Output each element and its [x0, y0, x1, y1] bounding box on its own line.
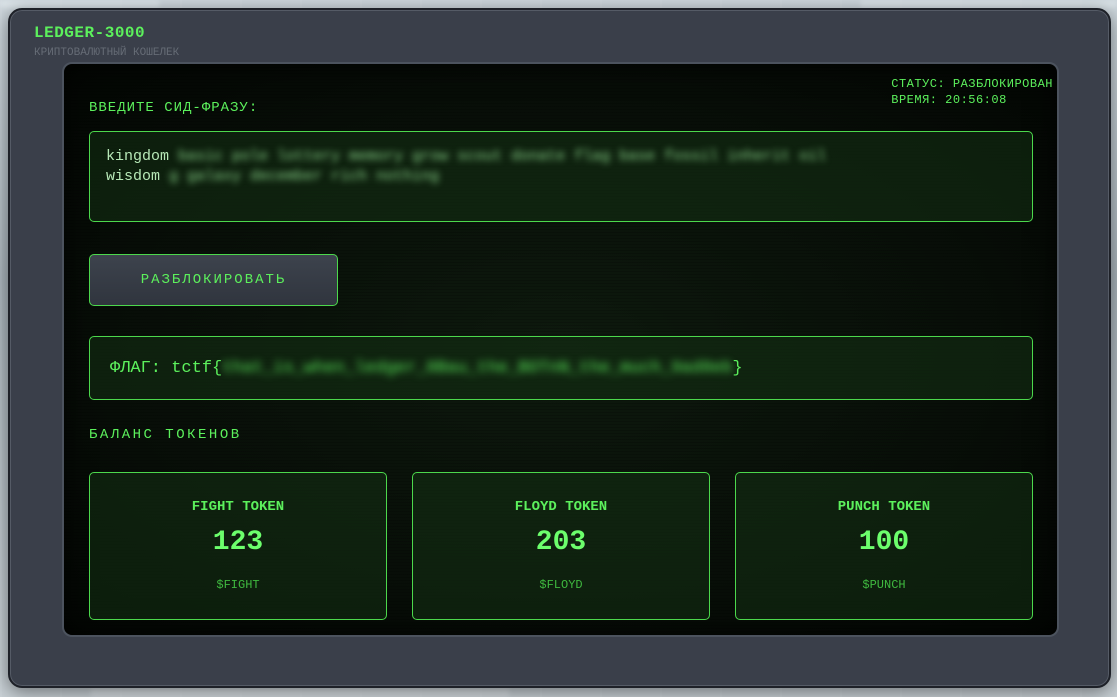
flag-suffix: }: [732, 358, 743, 378]
flag-prefix: ФЛАГ: tctf{: [110, 358, 223, 378]
token-balance-list: FIGHT TOKEN 123 $FIGHT FLOYD TOKEN 203 $…: [89, 472, 1033, 620]
token-name: PUNCH TOKEN: [837, 499, 931, 515]
token-amount: 203: [535, 527, 587, 558]
seed-words-redacted: basic pole lottery memory grow scout don…: [178, 148, 827, 165]
status-panel: СТАТУС: РАЗБЛОКИРОВАН ВРЕМЯ: 20:56:08: [891, 76, 1053, 108]
token-balance-title: БАЛАНС ТОКЕНОВ: [89, 427, 242, 443]
seed-word-visible: wisdom: [106, 168, 161, 185]
token-name: FLOYD TOKEN: [514, 499, 608, 515]
unlock-button[interactable]: РАЗБЛОКИРОВАТЬ: [89, 254, 338, 306]
app-subtitle: КРИПТОВАЛЮТНЫЙ КОШЕЛЕК: [34, 47, 180, 59]
token-name: FIGHT TOKEN: [191, 499, 285, 515]
wallet-device-frame: LEDGER-3000 КРИПТОВАЛЮТНЫЙ КОШЕЛЕК СТАТУ…: [8, 8, 1111, 688]
flag-value-redacted: that_is_when_ledger_8Bau_the_BOTnN_the_m…: [222, 358, 733, 378]
seed-phrase-input[interactable]: kingdom basic pole lottery memory grow s…: [89, 131, 1033, 222]
background-shape: [860, 0, 1117, 8]
background-shape: [0, 0, 160, 8]
token-amount: 100: [858, 527, 910, 558]
seed-word-visible: kingdom: [106, 148, 170, 165]
status-time: ВРЕМЯ: 20:56:08: [891, 93, 1007, 107]
seed-phrase-line-2: wisdom g galaxy december rich nothing: [106, 167, 1016, 187]
status-state: СТАТУС: РАЗБЛОКИРОВАН: [891, 77, 1053, 91]
token-symbol: $PUNCH: [862, 578, 906, 592]
seed-phrase-line-1: kingdom basic pole lottery memory grow s…: [106, 147, 1016, 167]
app-title: LEDGER-3000: [34, 24, 146, 42]
background-shape: [90, 688, 510, 697]
flag-output: ФЛАГ: tctf{that_is_when_ledger_8Bau_the_…: [89, 336, 1033, 400]
seed-words-redacted: g galaxy december rich nothing: [169, 168, 440, 185]
token-amount: 123: [212, 527, 264, 558]
token-symbol: $FLOYD: [539, 578, 583, 592]
token-card-floyd: FLOYD TOKEN 203 $FLOYD: [412, 472, 710, 620]
token-card-punch: PUNCH TOKEN 100 $PUNCH: [735, 472, 1033, 620]
token-card-fight: FIGHT TOKEN 123 $FIGHT: [89, 472, 387, 620]
token-symbol: $FIGHT: [216, 578, 260, 592]
seed-phrase-label: ВВЕДИТЕ СИД-ФРАЗУ:: [89, 100, 259, 116]
wallet-screen: СТАТУС: РАЗБЛОКИРОВАН ВРЕМЯ: 20:56:08 ВВ…: [62, 62, 1059, 637]
